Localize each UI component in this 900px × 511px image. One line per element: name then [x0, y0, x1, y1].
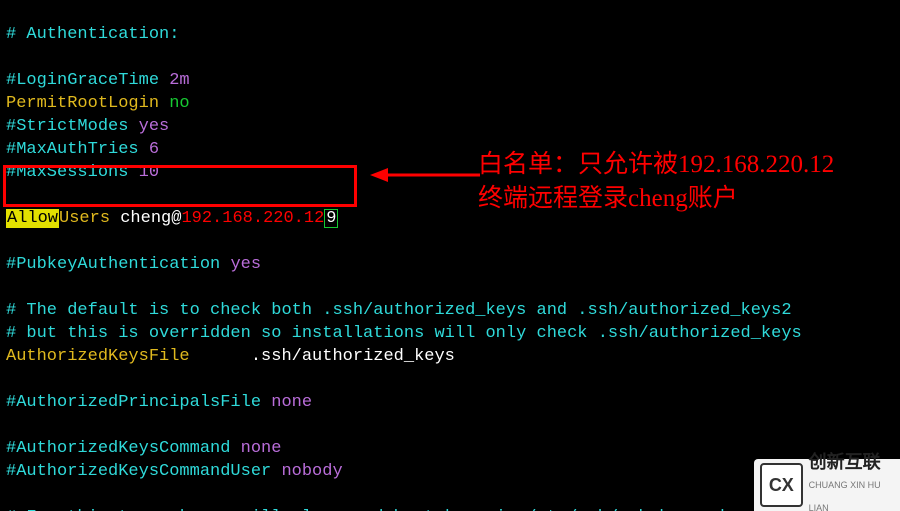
opt-authkeyscmd: #AuthorizedKeysCommand — [6, 439, 241, 458]
comment-authkeys2: # but this is overridden so installation… — [6, 324, 802, 343]
comment-authkeys1: # The default is to check both .ssh/auth… — [6, 301, 792, 320]
terminal: # Authentication: #LoginGraceTime 2m Per… — [6, 0, 802, 511]
opt-authkeyscmduser: #AuthorizedKeysCommandUser — [6, 462, 281, 481]
opt-maxauthtries-val: 6 — [149, 140, 159, 159]
opt-logingrace: #LoginGraceTime — [6, 71, 169, 90]
opt-maxsessions: #MaxSessions — [6, 163, 139, 182]
watermark-en: CHUANG XIN HU LIAN — [809, 474, 900, 511]
opt-permitrootlogin: PermitRootLogin — [6, 94, 169, 113]
opt-maxauthtries: #MaxAuthTries — [6, 140, 149, 159]
opt-authprincipals-val: none — [271, 393, 312, 412]
allowusers-hl: Allow — [6, 209, 59, 228]
allowusers-user: cheng@ — [110, 209, 181, 228]
watermark: CX 创新互联 CHUANG XIN HU LIAN — [754, 459, 900, 511]
opt-authprincipals: #AuthorizedPrincipalsFile — [6, 393, 271, 412]
opt-strictmodes: #StrictModes — [6, 117, 139, 136]
opt-maxsessions-val: 10 — [139, 163, 159, 182]
opt-authkeyscmduser-val: nobody — [281, 462, 342, 481]
auth-header: # Authentication: — [6, 25, 179, 44]
opt-authkeyscmd-val: none — [241, 439, 282, 458]
cursor: 9 — [324, 209, 338, 228]
watermark-cn: 创新互联 — [809, 451, 900, 474]
opt-authkeysfile-val: .ssh/authorized_keys — [190, 347, 455, 366]
opt-authkeysfile: AuthorizedKeysFile — [6, 347, 190, 366]
allowusers-tail: Users — [59, 209, 110, 228]
opt-logingrace-val: 2m — [169, 71, 189, 90]
opt-pubkeyauth: #PubkeyAuthentication — [6, 255, 230, 274]
opt-permitrootlogin-val: no — [169, 94, 189, 113]
allowusers-ip: 192.168.220.12 — [181, 209, 324, 228]
opt-pubkeyauth-val: yes — [230, 255, 261, 274]
opt-strictmodes-val: yes — [139, 117, 170, 136]
watermark-logo: CX — [760, 463, 803, 507]
